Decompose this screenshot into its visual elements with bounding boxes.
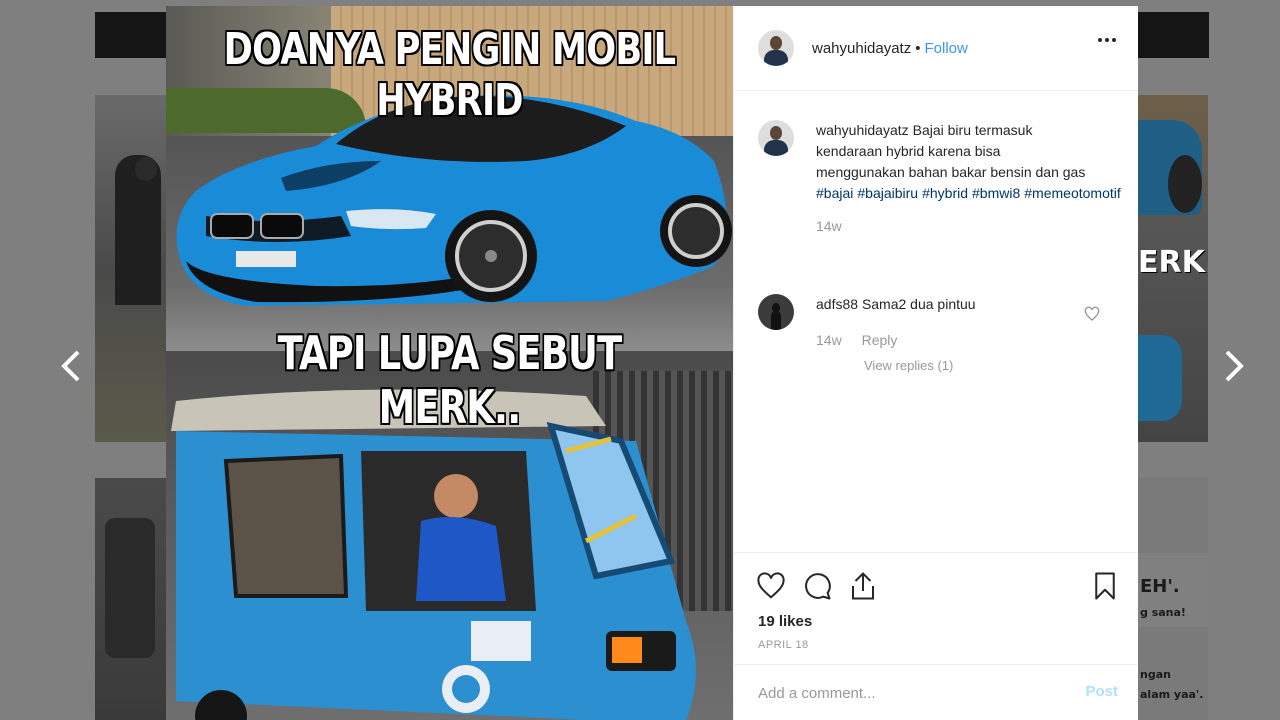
post-details-panel: wahyuhidayatz • Follow wahyuhidayatz Baja… — [733, 6, 1138, 720]
post-image: DOANYA PENGIN MOBIL HYBRID TAPI LUPA SEB… — [166, 6, 733, 720]
background-meme-text: ERK.. — [1138, 245, 1208, 280]
hashtag-link[interactable]: #bajai — [816, 185, 853, 201]
post-actions: 19 likes APRIL 18 — [734, 552, 1138, 664]
previous-post-button[interactable] — [45, 340, 97, 392]
add-comment-bar: Post — [734, 664, 1138, 720]
view-replies-button[interactable]: View replies (1) — [864, 356, 976, 376]
background-text: EH'. — [1140, 576, 1180, 597]
bookmark-icon[interactable] — [1090, 571, 1120, 601]
reply-button[interactable]: Reply — [862, 332, 898, 348]
comment-body: adfs88 Sama2 dua pintuu 14w Reply View r… — [816, 294, 976, 376]
hashtag-link[interactable]: #bmwi8 — [972, 185, 1020, 201]
background-text: g sana! — [1140, 606, 1186, 619]
commenter-username[interactable]: adfs88 — [816, 296, 858, 312]
post-date[interactable]: APRIL 18 — [758, 639, 809, 651]
comment-timestamp[interactable]: 14w — [816, 332, 842, 348]
hashtag-link[interactable]: #hybrid — [922, 185, 968, 201]
comment-item: adfs88 Sama2 dua pintuu 14w Reply View r… — [758, 294, 1118, 376]
comment-icon[interactable] — [802, 571, 832, 601]
share-icon[interactable] — [848, 571, 878, 601]
post-caption: wahyuhidayatz Bajai biru termasuk kendara… — [758, 120, 1121, 237]
background-text: alam yaa'. — [1140, 688, 1204, 701]
background-post-tile — [95, 95, 166, 442]
author-avatar[interactable] — [758, 30, 794, 66]
background-post-tile — [95, 478, 166, 720]
chevron-left-icon — [61, 350, 80, 382]
comment-like-heart-icon[interactable] — [1084, 306, 1100, 322]
post-header: wahyuhidayatz • Follow — [734, 6, 1138, 91]
comment-text: Sama2 dua pintuu — [861, 296, 976, 312]
background-post-tile: ERK.. — [1138, 95, 1208, 442]
commenter-avatar[interactable] — [758, 294, 794, 330]
background-post-tile: EH'. g sana! ngan alam yaa'. — [1138, 478, 1208, 720]
background-text: ngan — [1140, 668, 1171, 681]
separator-dot: • — [915, 39, 921, 57]
caption-avatar[interactable] — [758, 120, 794, 156]
next-post-button[interactable] — [1208, 340, 1260, 392]
hashtag-link[interactable]: #memeotomotif — [1024, 185, 1120, 201]
caption-username[interactable]: wahyuhidayatz — [816, 122, 909, 138]
caption-timestamp[interactable]: 14w — [816, 216, 1088, 237]
caption-text-block: wahyuhidayatz Bajai biru termasuk kendara… — [816, 120, 1121, 237]
post-modal: DOANYA PENGIN MOBIL HYBRID TAPI LUPA SEB… — [166, 6, 1138, 720]
comment-input[interactable] — [758, 681, 1058, 705]
hashtag-link[interactable]: #bajaibiru — [857, 185, 918, 201]
follow-button[interactable]: Follow — [925, 40, 968, 57]
caption-hashtags: #bajai #bajaibiru #hybrid #bmwi8 #memeotomot… — [816, 183, 1121, 204]
chevron-right-icon — [1225, 350, 1244, 382]
heart-icon[interactable] — [756, 571, 786, 601]
meme-middle-caption: TAPI LUPA SEBUT MERK.. — [277, 326, 623, 434]
more-horizontal-icon[interactable] — [1098, 38, 1116, 42]
author-username[interactable]: wahyuhidayatz — [812, 40, 911, 57]
post-comment-button[interactable]: Post — [1085, 683, 1118, 700]
meme-top-caption: DOANYA PENGIN MOBIL HYBRID — [223, 24, 676, 126]
likes-count[interactable]: 19 likes — [758, 613, 812, 630]
